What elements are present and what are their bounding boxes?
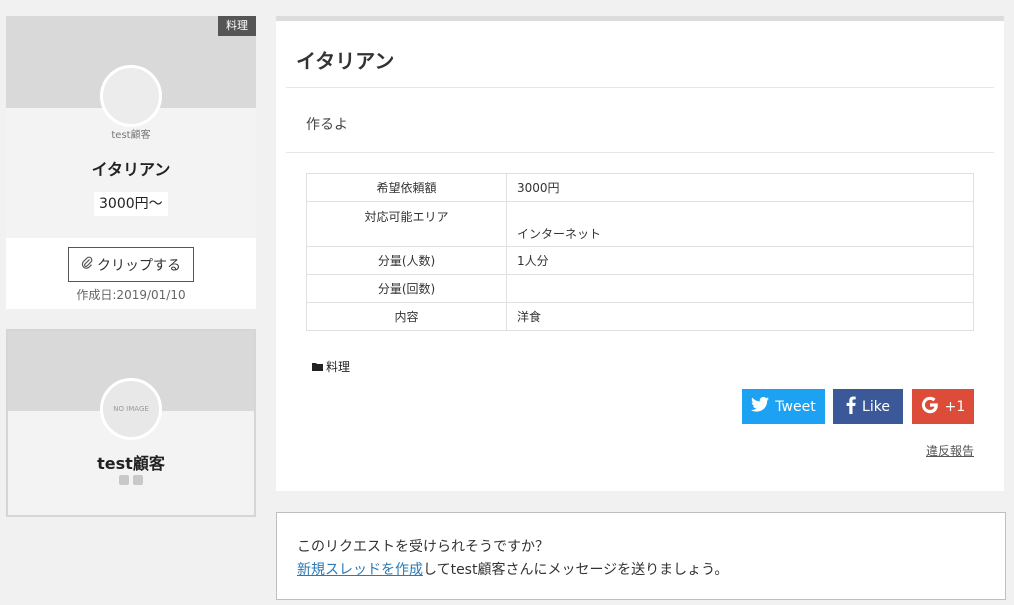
avatar[interactable] bbox=[100, 65, 162, 127]
table-row: 分量(人数) 1人分 bbox=[306, 246, 974, 275]
detail-label: 分量(人数) bbox=[306, 246, 507, 275]
request-card: 料理 test顧客 イタリアン 3000円〜 クリップする 作成日:2019/0… bbox=[6, 16, 256, 309]
category-tag[interactable]: 料理 bbox=[312, 358, 350, 375]
like-label: Like bbox=[862, 398, 890, 415]
owner-name[interactable]: test顧客 bbox=[6, 126, 256, 141]
cta-message: 新規スレッドを作成してtest顧客さんにメッセージを送りましょう。 bbox=[297, 559, 728, 579]
detail-label: 対応可能エリア bbox=[306, 201, 507, 247]
no-image-text: NO IMAGE bbox=[113, 405, 149, 413]
detail-value bbox=[506, 274, 974, 303]
request-detail-panel: イタリアン 作るよ 希望依頼額 3000円 対応可能エリア インターネット 分量… bbox=[276, 16, 1004, 491]
clip-button-label: クリップする bbox=[97, 257, 181, 274]
rating-dot bbox=[119, 475, 129, 485]
category-badge[interactable]: 料理 bbox=[218, 16, 256, 36]
details-table: 希望依頼額 3000円 対応可能エリア インターネット 分量(人数) 1人分 分… bbox=[306, 173, 974, 331]
category-tag-label: 料理 bbox=[326, 360, 351, 374]
rating-indicator bbox=[119, 475, 143, 485]
cta-rest-text: してtest顧客さんにメッセージを送りましょう。 bbox=[423, 562, 729, 578]
divider bbox=[286, 152, 994, 153]
google-plus-button[interactable]: +1 bbox=[912, 389, 974, 424]
detail-label: 分量(回数) bbox=[306, 274, 507, 303]
detail-label: 希望依頼額 bbox=[306, 173, 507, 202]
user-name[interactable]: test顧客 bbox=[8, 450, 254, 474]
user-card[interactable]: NO IMAGE test顧客 bbox=[6, 329, 256, 517]
request-card-title[interactable]: イタリアン bbox=[6, 156, 256, 180]
detail-label: 内容 bbox=[306, 302, 507, 331]
report-link[interactable]: 違反報告 bbox=[926, 442, 974, 459]
facebook-icon bbox=[846, 395, 856, 418]
clip-button[interactable]: クリップする bbox=[68, 247, 194, 282]
tweet-label: Tweet bbox=[775, 398, 816, 415]
page-title: イタリアン bbox=[296, 49, 395, 73]
new-thread-link[interactable]: 新規スレッドを作成 bbox=[297, 562, 423, 578]
divider bbox=[286, 87, 994, 88]
user-avatar[interactable]: NO IMAGE bbox=[100, 378, 162, 440]
google-icon bbox=[921, 396, 939, 418]
rating-dot bbox=[133, 475, 143, 485]
cta-question: このリクエストを受けられそうですか？ bbox=[297, 539, 549, 555]
tweet-button[interactable]: Tweet bbox=[742, 389, 825, 424]
like-button[interactable]: Like bbox=[833, 389, 903, 424]
table-row: 対応可能エリア インターネット bbox=[306, 201, 974, 247]
request-card-footer: クリップする 作成日:2019/01/10 bbox=[6, 238, 256, 309]
detail-value: 3000円 bbox=[506, 173, 974, 202]
folder-icon bbox=[312, 360, 323, 374]
cta-panel: このリクエストを受けられそうですか？ 新規スレッドを作成してtest顧客さんにメ… bbox=[276, 512, 1006, 600]
created-date: 作成日:2019/01/10 bbox=[76, 288, 186, 302]
detail-value: 1人分 bbox=[506, 246, 974, 275]
paperclip-icon bbox=[81, 256, 93, 273]
plus-one-label: +1 bbox=[944, 398, 966, 415]
detail-value: 洋食 bbox=[506, 302, 974, 331]
table-row: 分量(回数) bbox=[306, 274, 974, 303]
table-row: 内容 洋食 bbox=[306, 302, 974, 331]
table-row: 希望依頼額 3000円 bbox=[306, 173, 974, 202]
twitter-icon bbox=[751, 396, 770, 416]
detail-value: インターネット bbox=[506, 201, 974, 247]
request-description: 作るよ bbox=[306, 117, 348, 133]
price-badge: 3000円〜 bbox=[94, 192, 168, 216]
